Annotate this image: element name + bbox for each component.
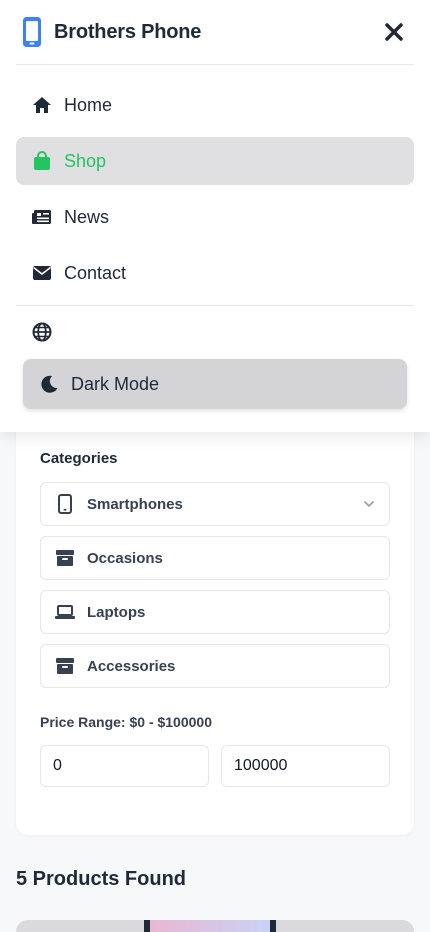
nav-item-contact[interactable]: Contact [16,249,414,297]
box-icon [55,548,75,568]
category-label: Laptops [87,603,146,621]
category-accessories[interactable]: Accessories [40,644,390,688]
nav-item-label: News [64,206,110,227]
category-label: Accessories [87,657,176,675]
smartphone-icon [55,494,75,514]
category-occasions[interactable]: Occasions [40,536,390,580]
brand-link[interactable]: Brothers Phone [22,16,201,48]
category-label: Occasions [87,549,163,567]
box-icon [55,656,75,676]
dark-mode-button[interactable]: Dark Mode [23,359,407,409]
chevron-down-icon[interactable] [361,496,377,512]
close-icon[interactable] [384,22,404,42]
dark-mode-label: Dark Mode [71,373,160,394]
shopping-bag-icon [32,151,52,171]
globe-icon[interactable] [32,322,52,342]
smartphone-icon [22,16,42,48]
moon-icon [39,374,59,394]
home-icon [32,95,52,115]
newspaper-icon [32,207,52,227]
category-label: Smartphones [87,495,183,513]
nav-item-label: Home [64,94,113,115]
nav-item-home[interactable]: Home [16,81,414,129]
nav-item-label: Contact [64,262,127,283]
menu-divider [16,64,414,65]
price-min-input[interactable] [40,745,209,787]
nav-item-news[interactable]: News [16,193,414,241]
nav-item-label: Shop [64,150,107,171]
product-card-image[interactable] [16,920,414,932]
category-laptops[interactable]: Laptops [40,590,390,634]
categories-title: Categories [40,450,118,467]
laptop-icon [55,602,75,622]
mobile-nav-menu: Brothers Phone Home Shop News Contact Da… [0,0,430,432]
price-max-input[interactable] [221,745,390,787]
products-found-count: 5 Products Found [16,868,186,890]
menu-divider [16,305,414,306]
envelope-icon [32,263,52,283]
price-range-label: Price Range: $0 - $100000 [40,714,212,730]
category-smartphones[interactable]: Smartphones [40,482,390,526]
nav-item-shop[interactable]: Shop [16,137,414,185]
brand-name: Brothers Phone [54,20,202,43]
